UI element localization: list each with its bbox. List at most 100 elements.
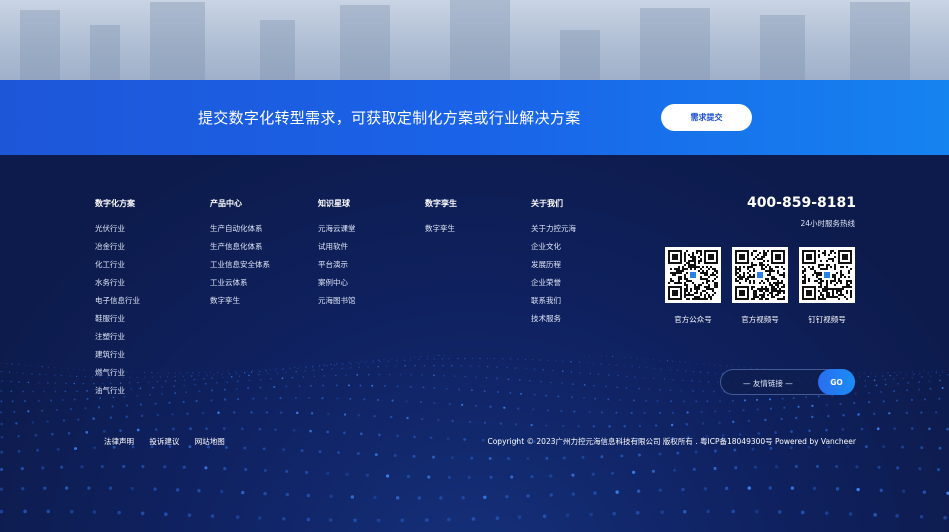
wave-dot <box>783 406 786 409</box>
wave-dot <box>409 385 412 388</box>
wave-dot <box>658 411 662 415</box>
qr-module <box>846 284 848 286</box>
wave-dot <box>827 414 830 418</box>
footer-link[interactable]: 工业信息安全体系 <box>210 261 270 269</box>
footer-link[interactable]: 元海云课堂 <box>318 225 356 233</box>
footer-link[interactable]: 燃气行业 <box>95 369 140 377</box>
wave-dot <box>419 401 422 404</box>
friend-links-select[interactable]: — 友情链接 — GO <box>720 369 855 395</box>
wave-dot <box>281 516 286 521</box>
footer-link[interactable]: 数字孪生 <box>210 297 270 305</box>
footer-link[interactable]: 生产信息化体系 <box>210 243 270 251</box>
qr-module <box>834 278 836 280</box>
wave-dot <box>236 380 239 383</box>
qr-module <box>773 270 775 272</box>
qr-module <box>749 276 751 278</box>
qr-module <box>840 292 842 294</box>
wave-dot <box>421 374 423 376</box>
qr-module <box>676 270 678 272</box>
qr-module <box>818 286 820 288</box>
wave-dot <box>47 366 49 368</box>
qr-module <box>684 260 686 262</box>
wave-dot <box>60 367 62 369</box>
legal-notice-link[interactable]: 法律声明 <box>104 437 134 446</box>
qr-module <box>694 292 696 294</box>
wave-dot <box>299 366 301 368</box>
sitemap-link[interactable]: 网站地图 <box>195 437 225 446</box>
submit-demand-button[interactable]: 需求提交 <box>661 104 752 131</box>
wave-dot <box>20 467 24 471</box>
qr-module <box>706 266 708 268</box>
wave-dot <box>0 370 2 373</box>
wave-dot <box>910 427 914 430</box>
wave-dot <box>295 370 297 373</box>
qr-module <box>670 268 672 270</box>
qr-module <box>775 290 777 292</box>
footer-link[interactable]: 化工行业 <box>95 261 140 269</box>
wave-dot <box>91 376 94 378</box>
go-button[interactable]: GO <box>818 369 855 395</box>
qr-module <box>804 276 806 278</box>
qr-module <box>846 282 848 284</box>
footer-link[interactable]: 油气行业 <box>95 387 140 395</box>
wave-dot <box>136 428 140 432</box>
footer-link[interactable]: 光伏行业 <box>95 225 140 233</box>
wave-dot <box>13 410 16 413</box>
wave-dot <box>910 398 913 401</box>
footer-link[interactable]: 发展历程 <box>531 261 576 269</box>
wave-dot <box>509 358 512 360</box>
qr-module <box>771 296 773 298</box>
qr-module <box>759 262 761 264</box>
footer-link[interactable]: 建筑行业 <box>95 351 140 359</box>
footer-link[interactable]: 案例中心 <box>318 279 356 287</box>
wave-dot <box>64 390 67 393</box>
wave-dot <box>171 413 174 416</box>
footer-link[interactable]: 试用软件 <box>318 243 356 251</box>
wave-dot <box>414 364 416 367</box>
footer-link[interactable]: 注塑行业 <box>95 333 140 341</box>
qr-module <box>676 282 678 284</box>
wave-dot <box>919 514 924 519</box>
qr-module <box>765 278 767 280</box>
wave-dot <box>300 449 304 453</box>
qr-module <box>802 266 804 268</box>
footer-link[interactable]: 鞋服行业 <box>95 315 140 323</box>
wave-dot <box>125 415 128 418</box>
qr-module <box>698 260 700 262</box>
qr-module <box>686 298 688 300</box>
footer-link[interactable]: 生产自动化体系 <box>210 225 270 233</box>
wave-dot <box>216 371 218 373</box>
qr-module <box>773 286 775 288</box>
footer-link[interactable]: 数字孪生 <box>425 225 457 233</box>
footer-link[interactable]: 联系我们 <box>531 297 576 305</box>
footer-link[interactable]: 冶金行业 <box>95 243 140 251</box>
footer-link[interactable]: 技术服务 <box>531 315 576 323</box>
wave-dot <box>939 374 941 377</box>
qr-module <box>737 272 739 274</box>
wave-dot <box>270 378 272 380</box>
footer-link[interactable]: 元海图书馆 <box>318 297 356 305</box>
footer-link[interactable]: 企业文化 <box>531 243 576 251</box>
footer-link[interactable]: 工业云体系 <box>210 279 270 287</box>
wave-dot <box>102 430 106 433</box>
footer-link[interactable]: 企业荣誉 <box>531 279 576 287</box>
wave-dot <box>943 515 947 520</box>
footer-link[interactable]: 电子信息行业 <box>95 297 140 305</box>
wave-dot <box>41 466 45 470</box>
complaint-link[interactable]: 投诉建议 <box>149 437 179 446</box>
qr-module <box>775 266 777 268</box>
qr-module <box>670 278 672 280</box>
wave-dot <box>481 438 485 442</box>
wave-dot <box>889 374 891 377</box>
wave-dot <box>880 390 883 393</box>
wave-dot <box>419 356 421 358</box>
wave-dot <box>65 382 67 385</box>
qr-module <box>840 274 842 276</box>
wave-dot <box>653 359 655 361</box>
qr-module <box>818 290 820 292</box>
qr-module <box>708 254 714 260</box>
footer-link[interactable]: 关于力控元海 <box>531 225 576 233</box>
footer-link[interactable]: 水务行业 <box>95 279 140 287</box>
footer-link[interactable]: 平台演示 <box>318 261 356 269</box>
qr-module <box>781 286 783 288</box>
